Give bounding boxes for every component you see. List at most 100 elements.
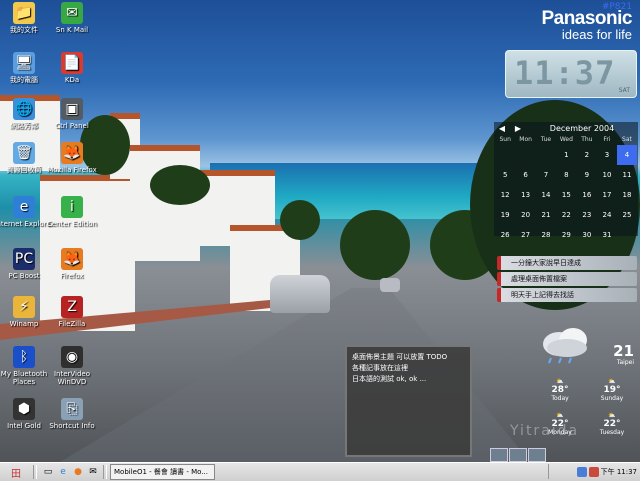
forecast-day: ⛅ 19° Sunday <box>600 378 624 402</box>
calendar-day[interactable]: 10 <box>597 165 617 185</box>
desktop-icon[interactable]: Z FileZilla <box>42 296 102 328</box>
weekday-label: Tue <box>540 136 552 143</box>
calendar-day[interactable]: 28 <box>536 225 556 245</box>
calendar-next-button[interactable]: ▶ <box>510 124 526 133</box>
desktop-icon[interactable]: i Center Edition <box>42 196 102 228</box>
sticky-note-widget[interactable]: 桌面佈景主題 可以放置 TODO 各種記事放在這裡 日本語的測試 ok, ok … <box>345 345 472 457</box>
calendar-day[interactable]: 23 <box>577 205 597 225</box>
calendar-day[interactable]: 6 <box>515 165 536 185</box>
task-item[interactable]: 處理桌面佈置檔案 <box>497 272 637 286</box>
desktop-icon[interactable]: ◉ InterVideo WinDVD <box>42 346 102 386</box>
clock-widget[interactable]: 11:37 SAT <box>505 50 637 98</box>
calendar-day[interactable]: 31 <box>597 225 617 245</box>
calendar-widget: ◀ ▶ December 2004 Sun Mon Tue Wed Thu Fri Sat … <box>494 122 638 239</box>
calendar-day[interactable]: 11 <box>617 165 637 185</box>
task-item[interactable]: 明天手上記得去找話 <box>497 288 637 302</box>
weather-temp: 21 <box>613 342 634 360</box>
ie-icon[interactable]: e <box>56 465 70 479</box>
calendar-day[interactable]: 21 <box>536 205 556 225</box>
taskbar-window-button[interactable]: MobileO1 - 餐會 讀書 - Mo... <box>110 464 215 480</box>
calendar-day[interactable]: 12 <box>495 185 515 205</box>
parked-car <box>270 275 330 313</box>
calendar-day[interactable]: 14 <box>536 185 556 205</box>
pc-icon: PC <box>13 248 35 270</box>
calendar-day[interactable]: 26 <box>495 225 515 245</box>
partly-cloudy-icon: ⛅ <box>608 412 616 419</box>
desktop-icon-label: Ctrl Panel <box>55 122 89 130</box>
desktop-icon-label: Center Edition <box>46 220 97 228</box>
widget-dock-button[interactable] <box>509 448 527 462</box>
calendar-day[interactable]: 27 <box>515 225 536 245</box>
brand-logo: #P821 Panasonic ideas for life <box>541 2 632 42</box>
desktop-icon[interactable]: ⎘ Shortcut Info <box>42 398 102 430</box>
calendar-day[interactable]: 8 <box>556 165 577 185</box>
taskbar: 田 ▭ e ● ✉ MobileO1 - 餐會 讀書 - Mo... 下午 11… <box>0 462 640 481</box>
computer-icon: 🖥 <box>13 52 35 74</box>
desktop-icon[interactable]: ▣ Ctrl Panel <box>42 98 102 130</box>
calendar-day[interactable]: 29 <box>556 225 577 245</box>
filezilla-icon: Z <box>61 296 83 318</box>
desktop-icon[interactable]: 📄 KDa <box>42 52 102 84</box>
calendar-grid: Sun Mon Tue Wed Thu Fri Sat 1 2 3 4 5 6 7 8 9 10 11 12 13 1… <box>495 134 637 245</box>
rain-cloud-icon <box>543 328 587 364</box>
task-item[interactable]: 一分鐘大家說早日達成 <box>497 256 637 270</box>
calendar-day[interactable]: 19 <box>495 205 515 225</box>
bluetooth-icon: ᛒ <box>13 346 35 368</box>
calendar-day[interactable]: 24 <box>597 205 617 225</box>
network-tray-icon[interactable] <box>576 466 587 477</box>
calendar-day[interactable]: 1 <box>556 145 577 165</box>
calendar-day <box>536 145 556 165</box>
firefox-small-icon: 🦊 <box>61 248 83 270</box>
calendar-day[interactable]: 5 <box>495 165 515 185</box>
calendar-day <box>617 225 637 245</box>
calendar-day[interactable]: 2 <box>577 145 597 165</box>
calendar-day[interactable]: 3 <box>597 145 617 165</box>
show-desktop-icon[interactable]: ▭ <box>41 465 55 479</box>
calendar-day[interactable]: 20 <box>515 205 536 225</box>
calendar-day[interactable]: 17 <box>597 185 617 205</box>
dvd-icon: ◉ <box>61 346 83 368</box>
volume-tray-icon[interactable] <box>588 466 599 477</box>
calendar-day[interactable]: 18 <box>617 185 637 205</box>
start-button[interactable]: 田 <box>2 465 30 480</box>
widget-dock-button[interactable] <box>490 448 508 462</box>
firefox-icon: 🦊 <box>61 142 83 164</box>
calendar-day[interactable]: 16 <box>577 185 597 205</box>
mail-icon[interactable]: ✉ <box>86 465 100 479</box>
weekday-label: Wed <box>559 136 573 143</box>
winamp-icon: ⚡ <box>13 296 35 318</box>
calendar-day[interactable]: 4 <box>616 145 637 165</box>
desktop-icon-label: Shortcut Info <box>49 422 95 430</box>
calendar-day[interactable]: 25 <box>617 205 637 225</box>
forecast-day: ⛅ 28° Today <box>551 378 569 402</box>
calendar-prev-button[interactable]: ◀ <box>494 124 510 133</box>
forecast-day: ⛅ 22° Tuesday <box>599 412 625 436</box>
taskbar-clock[interactable]: 下午 11:37 <box>601 467 637 477</box>
widget-dock-button[interactable] <box>528 448 546 462</box>
firefox-icon[interactable]: ● <box>71 465 85 479</box>
desktop-icon[interactable]: 🦊 Firefox <box>42 248 102 280</box>
calendar-day[interactable]: 9 <box>577 165 597 185</box>
calendar-day[interactable]: 7 <box>536 165 556 185</box>
desktop-icon-label: Mozilla Firefox <box>47 166 97 174</box>
info-icon: i <box>61 196 83 218</box>
calendar-day[interactable]: 30 <box>577 225 597 245</box>
calendar-day <box>515 145 536 165</box>
calendar-day[interactable]: 13 <box>515 185 536 205</box>
partly-cloudy-icon: ⛅ <box>608 378 616 385</box>
intel-icon: ⬢ <box>13 398 35 420</box>
desktop-icon-label: InterVideo WinDVD <box>53 370 91 386</box>
note-line: 日本語的測試 ok, ok ... <box>352 375 427 383</box>
calendar-day[interactable]: 22 <box>556 205 577 225</box>
network-icon: 🌐 <box>13 98 35 120</box>
note-line: 各種記事放在這裡 <box>352 364 408 372</box>
mail-icon: ✉ <box>61 2 83 24</box>
desktop-icon[interactable]: ✉ Sn K Mail <box>42 2 102 34</box>
clock-day: SAT <box>618 87 630 94</box>
folder-icon: 📁 <box>13 2 35 24</box>
calendar-day[interactable]: 15 <box>556 185 577 205</box>
weekday-label: Sat <box>622 136 632 143</box>
partly-cloudy-icon: ⛅ <box>556 412 564 419</box>
desktop-icon[interactable]: 🦊 Mozilla Firefox <box>42 142 102 174</box>
panel-icon: ▣ <box>61 98 83 120</box>
